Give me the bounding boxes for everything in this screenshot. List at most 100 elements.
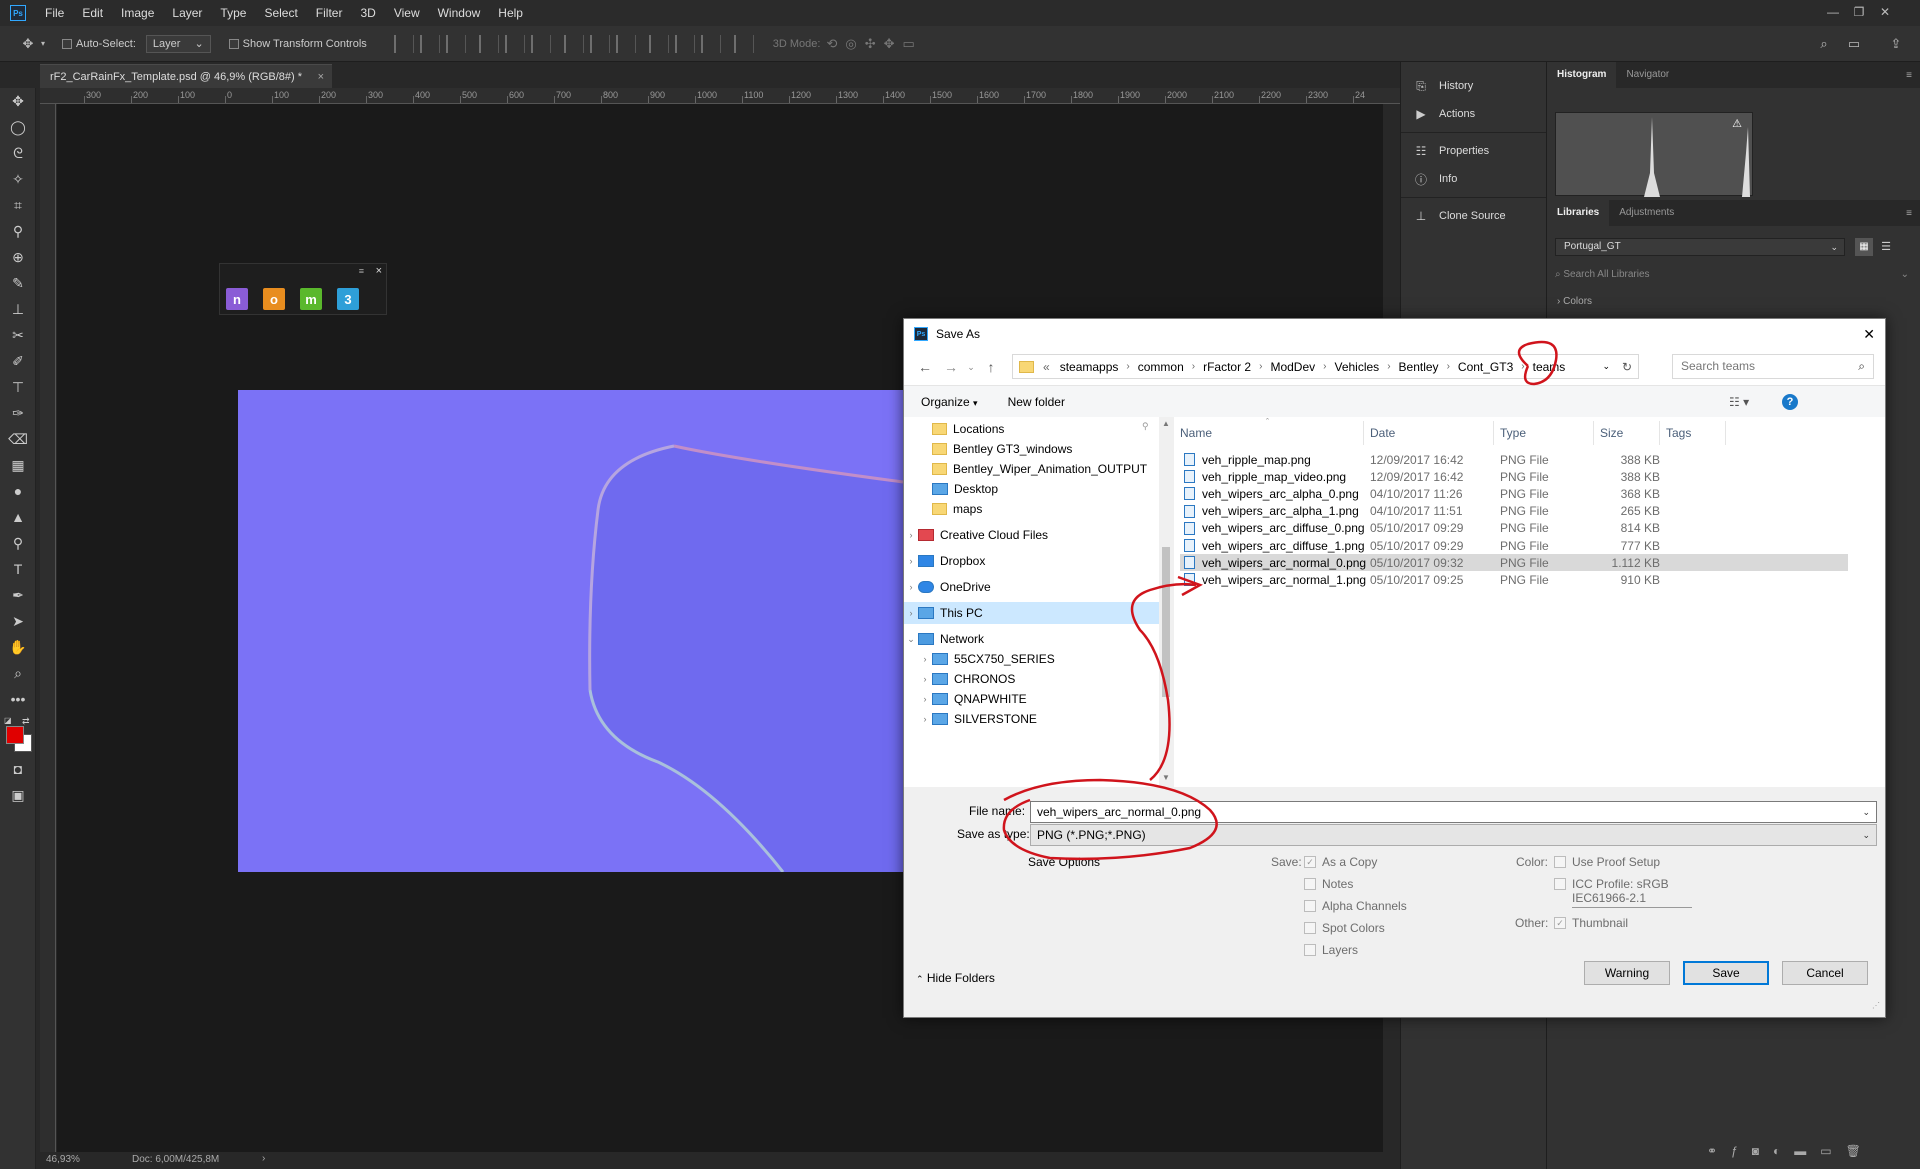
align-bottom-icon[interactable] [445, 34, 466, 53]
menu-type[interactable]: Type [211, 0, 255, 26]
zoom-tool-icon[interactable]: ⌕ [0, 660, 36, 686]
chevron-right-icon[interactable]: › [1320, 361, 1329, 372]
menu-edit[interactable]: Edit [73, 0, 112, 26]
minimize-icon[interactable]: — [1820, 0, 1846, 26]
link-layers-icon[interactable]: ⚭ [1707, 1144, 1717, 1158]
new-group-icon[interactable]: ▬ [1794, 1144, 1806, 1158]
file-row[interactable]: veh_ripple_map_video.png 12/09/2017 16:42… [1180, 468, 1848, 485]
breadcrumb-item[interactable]: Cont_GT3 [1453, 360, 1518, 374]
gradient-tool-icon[interactable]: ▦ [0, 452, 36, 478]
expand-icon[interactable]: › [918, 694, 932, 704]
chevron-right-icon[interactable]: › [1189, 361, 1198, 372]
roll-3d-icon[interactable]: ◎ [845, 36, 856, 52]
distribute-top-icon[interactable] [563, 34, 584, 53]
list-view-icon[interactable]: ☰ [1877, 238, 1895, 256]
search-icon[interactable]: ⌕ [1814, 34, 1834, 54]
breadcrumb-item[interactable]: rFactor 2 [1198, 360, 1256, 374]
library-dropdown[interactable]: Portugal_GT ⌄ [1555, 238, 1845, 256]
align-right-icon[interactable] [530, 34, 551, 53]
screen-mode-icon[interactable]: ▣ [0, 782, 36, 808]
sharpen-tool-icon[interactable]: ▲ [0, 504, 36, 530]
paint-brush-icon[interactable]: ✐ [0, 348, 36, 374]
warning-icon[interactable]: ⚠ [1732, 117, 1742, 130]
pen-tool-icon[interactable]: ✒ [0, 582, 36, 608]
scroll-thumb[interactable] [1162, 547, 1170, 697]
zoom-level[interactable]: 46,93% [46, 1154, 80, 1165]
save-type-select[interactable]: PNG (*.PNG;*.PNG) ⌄ [1030, 824, 1877, 846]
expand-icon[interactable]: › [904, 608, 918, 618]
recent-locations-icon[interactable]: ⌄ [964, 355, 978, 379]
more-tools-icon[interactable]: ••• [0, 686, 36, 712]
chevron-right-icon[interactable]: › [1256, 361, 1265, 372]
document-image[interactable] [238, 390, 903, 872]
distribute-right-icon[interactable] [700, 34, 721, 53]
auto-select-checkbox[interactable]: Auto-Select: [62, 38, 136, 50]
cancel-button[interactable]: Cancel [1782, 961, 1868, 985]
menu-file[interactable]: File [36, 0, 73, 26]
breadcrumb-item[interactable]: ModDev [1265, 360, 1320, 374]
pin-icon[interactable]: ⚲ [1142, 421, 1149, 432]
close-icon[interactable]: ✕ [1872, 0, 1898, 26]
nav-item-dropbox[interactable]: › Dropbox [904, 550, 1159, 572]
help-icon[interactable]: ? [1782, 393, 1798, 410]
tab-libraries[interactable]: Libraries [1547, 200, 1610, 226]
plugin-m-icon[interactable]: m [300, 288, 322, 310]
history-brush-icon[interactable]: ✑ [0, 400, 36, 426]
restore-icon[interactable]: ❐ [1846, 0, 1872, 26]
tab-adjustments[interactable]: Adjustments [1609, 200, 1684, 226]
breadcrumb-overflow[interactable]: « [1038, 360, 1055, 374]
nav-item-locations[interactable]: Locations [904, 418, 1159, 440]
adjustment-layer-icon[interactable]: ◐ [1773, 1144, 1780, 1158]
menu-view[interactable]: View [385, 0, 429, 26]
up-icon[interactable]: ↑ [978, 355, 1004, 379]
fx-icon[interactable]: ƒ [1731, 1144, 1738, 1158]
file-row[interactable]: veh_wipers_arc_normal_0.png 05/10/2017 09… [1180, 554, 1848, 572]
resize-grip-icon[interactable]: ⋰ [1872, 1001, 1880, 1010]
nav-item-creative-cloud-files[interactable]: › Creative Cloud Files [904, 524, 1159, 546]
chevron-down-icon[interactable]: ⌄ [1602, 361, 1610, 372]
align-top-icon[interactable] [393, 34, 414, 53]
plugin-n-icon[interactable]: n [226, 288, 248, 310]
checkbox-checked[interactable]: ✓ [1554, 917, 1566, 929]
slide-3d-icon[interactable]: ✥ [884, 36, 895, 52]
nav-item-desktop[interactable]: Desktop [904, 478, 1159, 500]
breadcrumb-item[interactable]: common [1133, 360, 1189, 374]
file-row[interactable]: veh_wipers_arc_normal_1.png 05/10/2017 09… [1180, 571, 1848, 588]
nav-item-bentley-gt3-windows[interactable]: Bentley GT3_windows [904, 438, 1159, 460]
eyedropper-tool-icon[interactable]: ⚲ [0, 218, 36, 244]
hide-folders-button[interactable]: ⌃ Hide Folders [916, 971, 995, 985]
clone-stamp-tool-icon[interactable]: ⊥ [0, 296, 36, 322]
icc-profile-option[interactable]: ICC Profile: sRGB [1554, 877, 1669, 891]
chevron-right-icon[interactable]: › [1384, 361, 1393, 372]
save-button[interactable]: Save [1683, 961, 1769, 985]
menu-help[interactable]: Help [489, 0, 532, 26]
blur-tool-icon[interactable]: ● [0, 478, 36, 504]
breadcrumb[interactable]: « steamapps › common › rFactor 2 › ModDev › Vehi… [1012, 354, 1639, 379]
menu-filter[interactable]: Filter [307, 0, 352, 26]
file-row[interactable]: veh_wipers_arc_diffuse_0.png 05/10/2017 0… [1180, 520, 1848, 537]
puppet-warp-icon[interactable]: ✂ [0, 322, 36, 348]
nav-item-this-pc[interactable]: › This PC [904, 602, 1159, 624]
align-hcenter-icon[interactable] [504, 34, 525, 53]
nav-item-maps[interactable]: maps [904, 498, 1159, 520]
file-row[interactable]: veh_wipers_arc_diffuse_1.png 05/10/2017 0… [1180, 537, 1848, 554]
dock-item-actions[interactable]: ▶ Actions [1401, 100, 1546, 128]
menu-image[interactable]: Image [112, 0, 163, 26]
type-tool-icon[interactable]: T [0, 556, 36, 582]
quick-mask-icon[interactable]: ◘ [0, 756, 36, 782]
dock-item-properties[interactable]: ☷ Properties [1401, 137, 1546, 165]
close-icon[interactable]: × [376, 265, 382, 277]
show-transform-checkbox[interactable]: Show Transform Controls [228, 38, 367, 50]
auto-align-icon[interactable] [733, 34, 754, 53]
nav-item-bentley-wiper-animation-output[interactable]: Bentley_Wiper_Animation_OUTPUT [904, 458, 1159, 480]
chevron-right-icon[interactable]: › [1123, 361, 1132, 372]
healing-brush-tool-icon[interactable]: ⊕ [0, 244, 36, 270]
hand-tool-icon[interactable]: ✋ [0, 634, 36, 660]
expand-icon[interactable]: › [904, 530, 918, 540]
chevron-right-icon[interactable]: › [1444, 361, 1453, 372]
save-option-layers[interactable]: Layers [1304, 943, 1358, 957]
orbit-3d-icon[interactable]: ⟲ [826, 36, 837, 52]
trash-icon[interactable]: 🗑 [1846, 1144, 1861, 1158]
expand-icon[interactable]: › [904, 556, 918, 566]
scroll-up-icon[interactable]: ▲ [1162, 419, 1170, 428]
